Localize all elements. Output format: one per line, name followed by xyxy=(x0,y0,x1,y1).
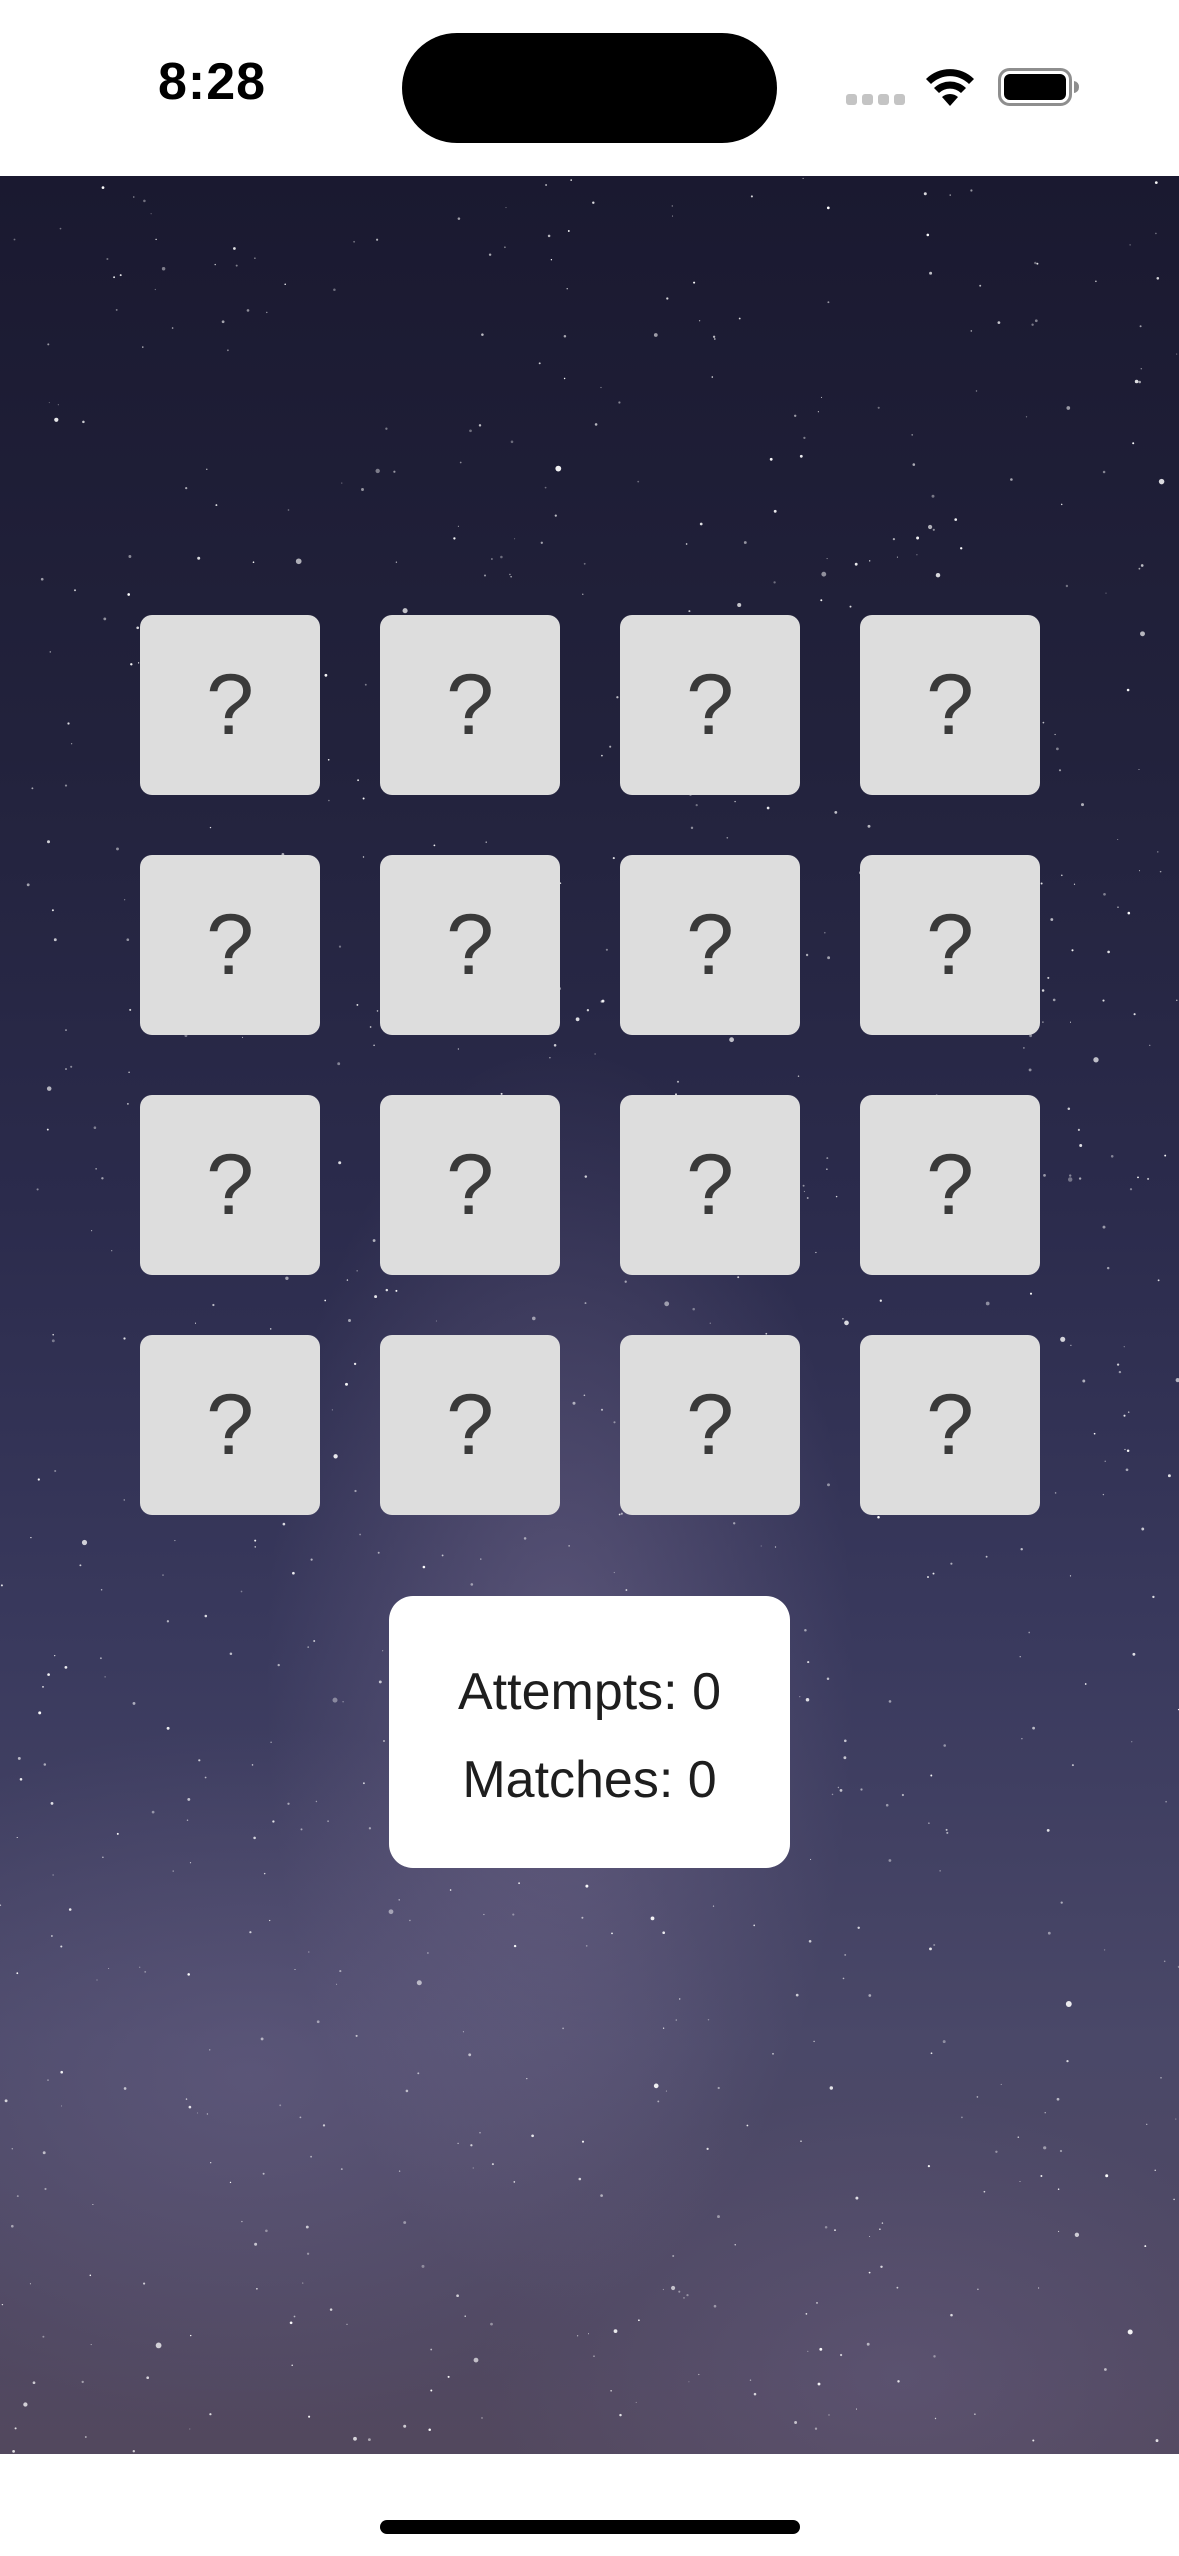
memory-card[interactable]: ? xyxy=(860,855,1040,1035)
card-question-mark: ? xyxy=(206,1377,254,1473)
memory-card[interactable]: ? xyxy=(380,1335,560,1515)
card-question-mark: ? xyxy=(206,657,254,753)
attempts-counter: Attempts: 0 xyxy=(458,1663,721,1721)
memory-card[interactable]: ? xyxy=(860,1095,1040,1275)
home-indicator[interactable] xyxy=(380,2520,800,2534)
dynamic-island xyxy=(402,33,777,143)
card-question-mark: ? xyxy=(926,897,974,993)
card-question-mark: ? xyxy=(686,657,734,753)
card-question-mark: ? xyxy=(686,1377,734,1473)
memory-card[interactable]: ? xyxy=(140,1335,320,1515)
game-area: ? ? ? ? ? ? ? ? ? ? ? ? ? ? ? ? Attempts… xyxy=(0,176,1179,2454)
card-question-mark: ? xyxy=(446,897,494,993)
matches-counter: Matches: 0 xyxy=(462,1751,717,1809)
memory-card[interactable]: ? xyxy=(860,615,1040,795)
card-question-mark: ? xyxy=(926,657,974,753)
card-question-mark: ? xyxy=(686,1137,734,1233)
card-grid: ? ? ? ? ? ? ? ? ? ? ? ? ? ? ? ? xyxy=(140,615,1040,1515)
memory-card[interactable]: ? xyxy=(620,855,800,1035)
memory-card[interactable]: ? xyxy=(620,1335,800,1515)
cellular-signal-icon xyxy=(846,94,906,106)
memory-card[interactable]: ? xyxy=(380,855,560,1035)
home-bar-area xyxy=(0,2454,1179,2556)
card-question-mark: ? xyxy=(446,657,494,753)
battery-icon xyxy=(998,68,1079,106)
status-time: 8:28 xyxy=(158,53,267,111)
memory-card[interactable]: ? xyxy=(140,855,320,1035)
memory-card[interactable]: ? xyxy=(140,1095,320,1275)
card-question-mark: ? xyxy=(926,1137,974,1233)
memory-card[interactable]: ? xyxy=(620,1095,800,1275)
card-question-mark: ? xyxy=(686,897,734,993)
score-panel: Attempts: 0 Matches: 0 xyxy=(389,1596,790,1868)
card-question-mark: ? xyxy=(446,1377,494,1473)
memory-card[interactable]: ? xyxy=(620,615,800,795)
wifi-icon xyxy=(926,69,974,106)
card-question-mark: ? xyxy=(206,1137,254,1233)
card-question-mark: ? xyxy=(206,897,254,993)
card-question-mark: ? xyxy=(446,1137,494,1233)
memory-card[interactable]: ? xyxy=(380,1095,560,1275)
memory-card[interactable]: ? xyxy=(380,615,560,795)
memory-card[interactable]: ? xyxy=(860,1335,1040,1515)
memory-card[interactable]: ? xyxy=(140,615,320,795)
status-bar: 8:28 xyxy=(0,0,1179,176)
card-question-mark: ? xyxy=(926,1377,974,1473)
